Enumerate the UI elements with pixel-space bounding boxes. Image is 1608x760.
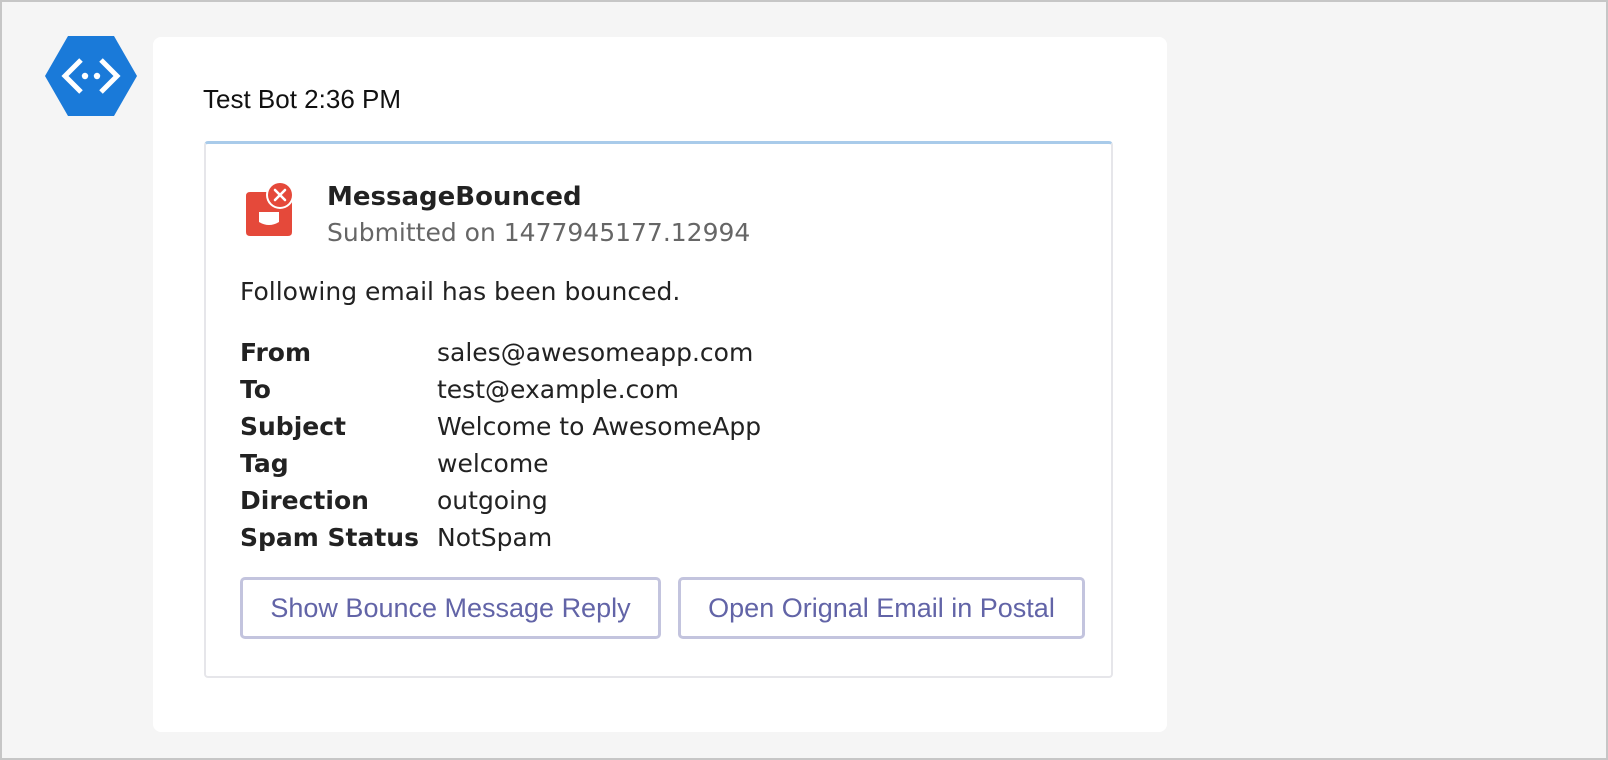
bot-avatar-icon	[45, 36, 137, 116]
fact-value: outgoing	[437, 486, 548, 515]
fact-row: Direction outgoing	[240, 482, 761, 519]
fact-label: Direction	[240, 486, 369, 515]
card-body-text: Following email has been bounced.	[240, 277, 681, 306]
fact-value: NotSpam	[437, 523, 553, 552]
bot-message: Test Bot 2:36 PM MessageBounced Submitte…	[153, 37, 1167, 732]
fact-row: Spam Status NotSpam	[240, 519, 761, 556]
fact-label: From	[240, 338, 312, 367]
card-actions: Show Bounce Message Reply Open Orignal E…	[240, 577, 1085, 639]
fact-label: Subject	[240, 412, 346, 441]
sender-name: Test Bot	[203, 84, 297, 114]
open-in-postal-button[interactable]: Open Orignal Email in Postal	[678, 577, 1085, 639]
message-header: Test Bot 2:36 PM	[203, 84, 401, 115]
fact-label: Tag	[240, 449, 289, 478]
fact-row: Subject Welcome to AwesomeApp	[240, 408, 761, 445]
fact-row: From sales@awesomeapp.com	[240, 334, 761, 371]
card-subtitle: Submitted on 1477945177.12994	[327, 218, 751, 247]
adaptive-card: MessageBounced Submitted on 1477945177.1…	[204, 141, 1113, 678]
fact-value: Welcome to AwesomeApp	[437, 412, 762, 441]
fact-value: test@example.com	[437, 375, 679, 404]
fact-row: To test@example.com	[240, 371, 761, 408]
fact-label: Spam Status	[240, 523, 419, 552]
fact-row: Tag welcome	[240, 445, 761, 482]
show-bounce-reply-button[interactable]: Show Bounce Message Reply	[240, 577, 661, 639]
mailbox-error-icon	[244, 180, 300, 240]
card-title: MessageBounced	[327, 182, 582, 212]
fact-value: welcome	[437, 449, 549, 478]
fact-label: To	[240, 375, 271, 404]
fact-value: sales@awesomeapp.com	[437, 338, 754, 367]
message-timestamp: 2:36 PM	[304, 84, 401, 114]
fact-set: From sales@awesomeapp.com To test@exampl…	[240, 334, 761, 556]
